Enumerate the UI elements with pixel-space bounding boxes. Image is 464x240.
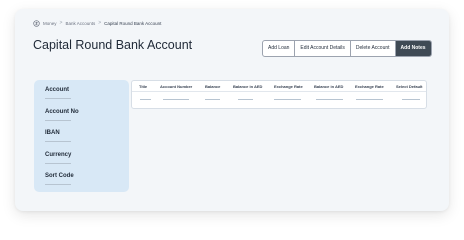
add-notes-button[interactable]: Add Notes — [395, 41, 431, 56]
breadcrumb: Money > Bank Accounts > Capital Round Ba… — [33, 19, 161, 27]
column-header-balance-in-aed[interactable]: Balance in AED — [233, 84, 262, 89]
iban-field: IBAN — [45, 130, 71, 142]
breadcrumb-current: Capital Round Bank Account — [104, 20, 162, 26]
page-title: Capital Round Bank Account — [33, 38, 193, 52]
column-header-title[interactable]: Title — [139, 84, 147, 89]
table-cell-placeholder — [274, 99, 301, 100]
sort-code-value-placeholder — [45, 184, 71, 185]
account-card: Money > Bank Accounts > Capital Round Ba… — [15, 9, 449, 211]
table-cell-placeholder — [402, 99, 420, 100]
column-header-balance-in-aed-2[interactable]: Balance in AED — [314, 84, 343, 89]
table-cell-placeholder — [205, 99, 220, 100]
table-cell-placeholder — [356, 99, 383, 100]
account-label: Account — [45, 87, 69, 93]
sort-code-field: Sort Code — [45, 173, 74, 185]
account-no-field: Account No — [45, 109, 79, 121]
account-no-value-placeholder — [45, 120, 71, 121]
action-button-group: Add Loan Edit Account Details Delete Acc… — [262, 40, 432, 57]
table-header: Title Account Number Balance Balance in … — [132, 81, 426, 92]
currency-value-placeholder — [45, 163, 71, 164]
table-cell-placeholder — [140, 99, 151, 100]
column-header-account-number[interactable]: Account Number — [160, 84, 192, 89]
breadcrumb-bank-accounts[interactable]: Bank Accounts — [65, 21, 95, 26]
currency-field: Currency — [45, 152, 71, 164]
breadcrumb-separator: > — [98, 20, 102, 26]
column-header-exchange-rate-2[interactable]: Exchange Rate — [355, 84, 384, 89]
accounts-table: Title Account Number Balance Balance in … — [131, 80, 427, 109]
account-details-panel: Account Account No IBAN Currency Sort Co… — [34, 80, 129, 192]
edit-account-details-button[interactable]: Edit Account Details — [295, 41, 351, 56]
currency-label: Currency — [45, 152, 72, 158]
account-field: Account — [45, 87, 71, 99]
column-header-exchange-rate[interactable]: Exchange Rate — [274, 84, 303, 89]
money-icon — [33, 19, 40, 27]
table-cell-placeholder — [163, 99, 189, 100]
breadcrumb-money[interactable]: Money — [43, 21, 57, 26]
delete-account-button[interactable]: Delete Account — [351, 41, 396, 56]
breadcrumb-separator: > — [59, 20, 63, 26]
iban-value-placeholder — [45, 141, 71, 142]
column-header-select-default[interactable]: Select Default — [396, 84, 422, 89]
account-no-label: Account No — [45, 109, 79, 115]
table-cell-placeholder — [316, 99, 343, 100]
iban-label: IBAN — [45, 130, 60, 136]
account-value-placeholder — [45, 98, 71, 99]
sort-code-label: Sort Code — [45, 173, 74, 179]
add-loan-button[interactable]: Add Loan — [263, 41, 296, 56]
table-cell-placeholder — [238, 99, 253, 100]
column-header-balance[interactable]: Balance — [205, 84, 220, 89]
